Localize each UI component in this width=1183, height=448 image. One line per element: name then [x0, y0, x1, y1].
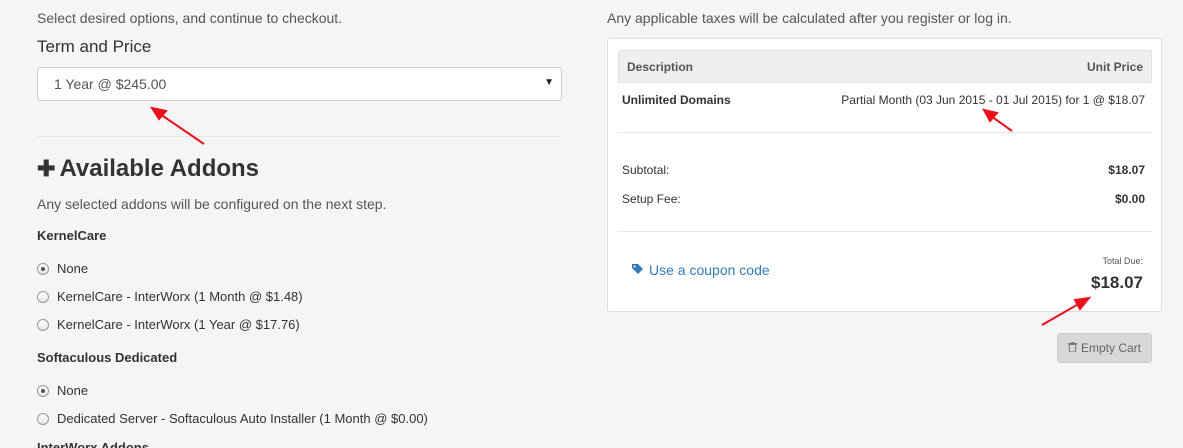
checkout-page: Select desired options, and continue to …	[0, 0, 1183, 448]
annotation-arrows	[149, 106, 1092, 326]
annotation-arrow-partial-month	[982, 108, 1013, 132]
annotation-arrow-total	[1041, 296, 1092, 326]
annotation-arrow-term	[149, 106, 205, 145]
